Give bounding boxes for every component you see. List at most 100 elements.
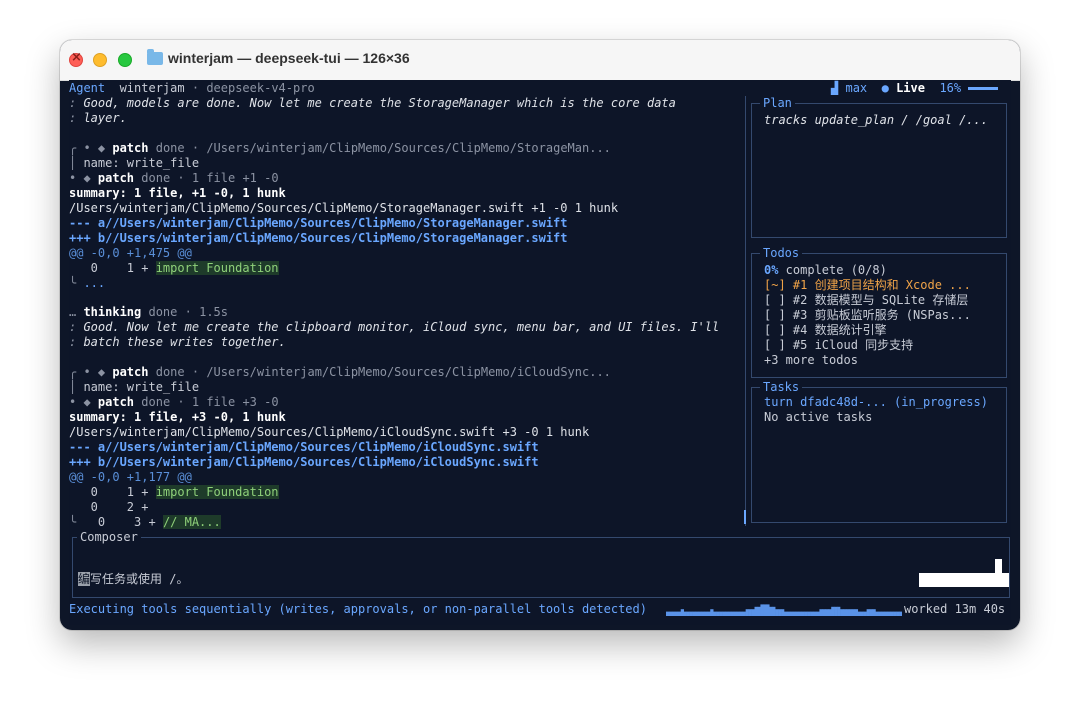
activity-bar [754, 606, 758, 616]
diff-row: 0 1 + import Foundation [69, 485, 279, 499]
thinking-text: : Good. Now let me create the clipboard … [69, 320, 720, 334]
model-name: deepseek-v4-pro [206, 81, 315, 95]
scroll-indicator[interactable] [744, 510, 746, 524]
activity-bar [816, 611, 820, 616]
activity-bar [710, 609, 714, 616]
todo-item[interactable]: [~] #1 创建项目结构和 Xcode ... [764, 278, 971, 293]
activity-bar [887, 611, 891, 616]
plan-title: Plan [760, 96, 795, 111]
todo-item[interactable]: [ ] #3 剪贴板监听服务 (NSPas... [764, 308, 971, 323]
diff-hunk: @@ -0,0 +1,475 @@ [69, 246, 192, 260]
activity-bar [807, 611, 811, 616]
mode-badge: max [845, 81, 868, 95]
activity-bar [837, 606, 841, 616]
worked-time: worked 13m 40s [904, 602, 1006, 616]
tasks-empty: No active tasks [764, 410, 873, 424]
activity-bar [719, 611, 723, 616]
activity-sparkline [666, 604, 902, 616]
activity-bar [845, 609, 850, 616]
activity-bar [860, 611, 864, 616]
composer-title: Composer [77, 530, 141, 545]
diff-row: 0 2 + [69, 500, 149, 514]
activity-bar [742, 611, 746, 616]
live-label: Live [896, 81, 925, 95]
composer-panel[interactable]: Composer 编写任务或使用 /。 [72, 530, 1010, 598]
activity-bar [822, 609, 826, 616]
close-button[interactable] [69, 50, 83, 67]
activity-bar [896, 611, 900, 616]
diff-row: ╰ 0 3 + // MA... [69, 515, 221, 529]
diff-minus-header: --- a//Users/winterjam/ClipMemo/Sources/… [69, 440, 539, 454]
activity-bar [751, 609, 755, 616]
activity-bar [683, 611, 687, 616]
activity-bar [893, 611, 897, 616]
composer-scroll-thumb[interactable] [995, 559, 1002, 575]
composer-placeholder: 写任务或使用 /。 [90, 572, 189, 586]
activity-bar [727, 611, 732, 616]
activity-bar [748, 609, 752, 616]
diff-more[interactable]: ╰ ... [69, 276, 105, 291]
todos-title: Todos [760, 246, 803, 261]
thinking-text-cont: : batch these writes together. [69, 335, 286, 349]
plan-text: tracks update_plan / /goal /... [764, 113, 988, 127]
activity-bar [831, 606, 835, 616]
activity-bar [792, 611, 797, 616]
activity-bar [848, 609, 853, 616]
activity-bar [766, 604, 770, 616]
tasks-title: Tasks [760, 380, 803, 395]
tool-name: │ name: write_file [69, 156, 200, 170]
composer-input[interactable]: 编写任务或使用 /。 [78, 572, 188, 587]
activity-bar [890, 611, 894, 616]
status-message: Executing tools sequentially (writes, ap… [69, 602, 647, 616]
activity-bar [843, 609, 847, 616]
tool-call-patch[interactable]: ╭ • ◆ patch done · /Users/winterjam/Clip… [69, 365, 611, 380]
activity-bar [834, 606, 838, 616]
zoom-button[interactable] [118, 53, 132, 67]
activity-bar [881, 611, 885, 616]
activity-bar [666, 611, 670, 616]
activity-bar [781, 609, 785, 616]
activity-bar [810, 611, 814, 616]
task-turn[interactable]: turn dfadc48d-... (in_progress) [764, 395, 988, 410]
usage-percent: 16% [939, 81, 962, 95]
minimize-button[interactable] [93, 53, 107, 67]
todos-more[interactable]: +3 more todos [764, 353, 858, 368]
todo-item[interactable]: [ ] #2 数据模型与 SQLite 存储层 [764, 293, 968, 308]
panel-divider [745, 96, 746, 526]
activity-bar [851, 609, 856, 616]
activity-bar [668, 611, 673, 616]
plan-panel: Plan tracks update_plan / /goal /... [751, 96, 1007, 238]
text-cursor: 编 [78, 572, 91, 586]
live-dot-icon: ● [881, 81, 889, 95]
activity-bar [869, 609, 873, 616]
thinking-block[interactable]: … thinking done · 1.5s [69, 305, 228, 320]
diff-plus-header: +++ b//Users/winterjam/ClipMemo/Sources/… [69, 231, 568, 245]
activity-bar [775, 609, 779, 616]
terminal-content[interactable]: Agent winterjam · deepseek-v4-pro ▟ max … [69, 80, 1011, 625]
activity-bar [804, 611, 808, 616]
tool-result: • ◆ patch done · 1 file +3 -0 [69, 395, 279, 409]
activity-bar [789, 611, 794, 616]
activity-bar [680, 609, 684, 616]
activity-bar [722, 611, 726, 616]
composer-scrollbar[interactable] [919, 573, 1009, 587]
tool-call-patch[interactable]: ╭ • ◆ patch done · /Users/winterjam/Clip… [69, 141, 611, 156]
activity-bar [739, 611, 743, 616]
activity-bar [857, 611, 861, 616]
usage-bar [968, 87, 999, 90]
activity-bar [736, 611, 741, 616]
todos-progress: 0% complete (0/8) [764, 263, 887, 277]
activity-bar [733, 611, 738, 616]
activity-bar [713, 611, 717, 616]
activity-bar [854, 609, 859, 616]
tool-name: │ name: write_file [69, 380, 200, 394]
activity-bar [819, 609, 823, 616]
assistant-message: : Good, models are done. Now let me crea… [69, 96, 676, 110]
activity-bar [760, 604, 764, 616]
activity-bar [872, 609, 876, 616]
todo-item[interactable]: [ ] #4 数据统计引擎 [764, 323, 887, 338]
folder-icon [147, 49, 163, 65]
todo-item[interactable]: [ ] #5 iCloud 同步支持 [764, 338, 913, 353]
title-bar: winterjam — deepseek-tui — 126×36 [60, 40, 1020, 81]
diff-plus-header: +++ b//Users/winterjam/ClipMemo/Sources/… [69, 455, 539, 469]
